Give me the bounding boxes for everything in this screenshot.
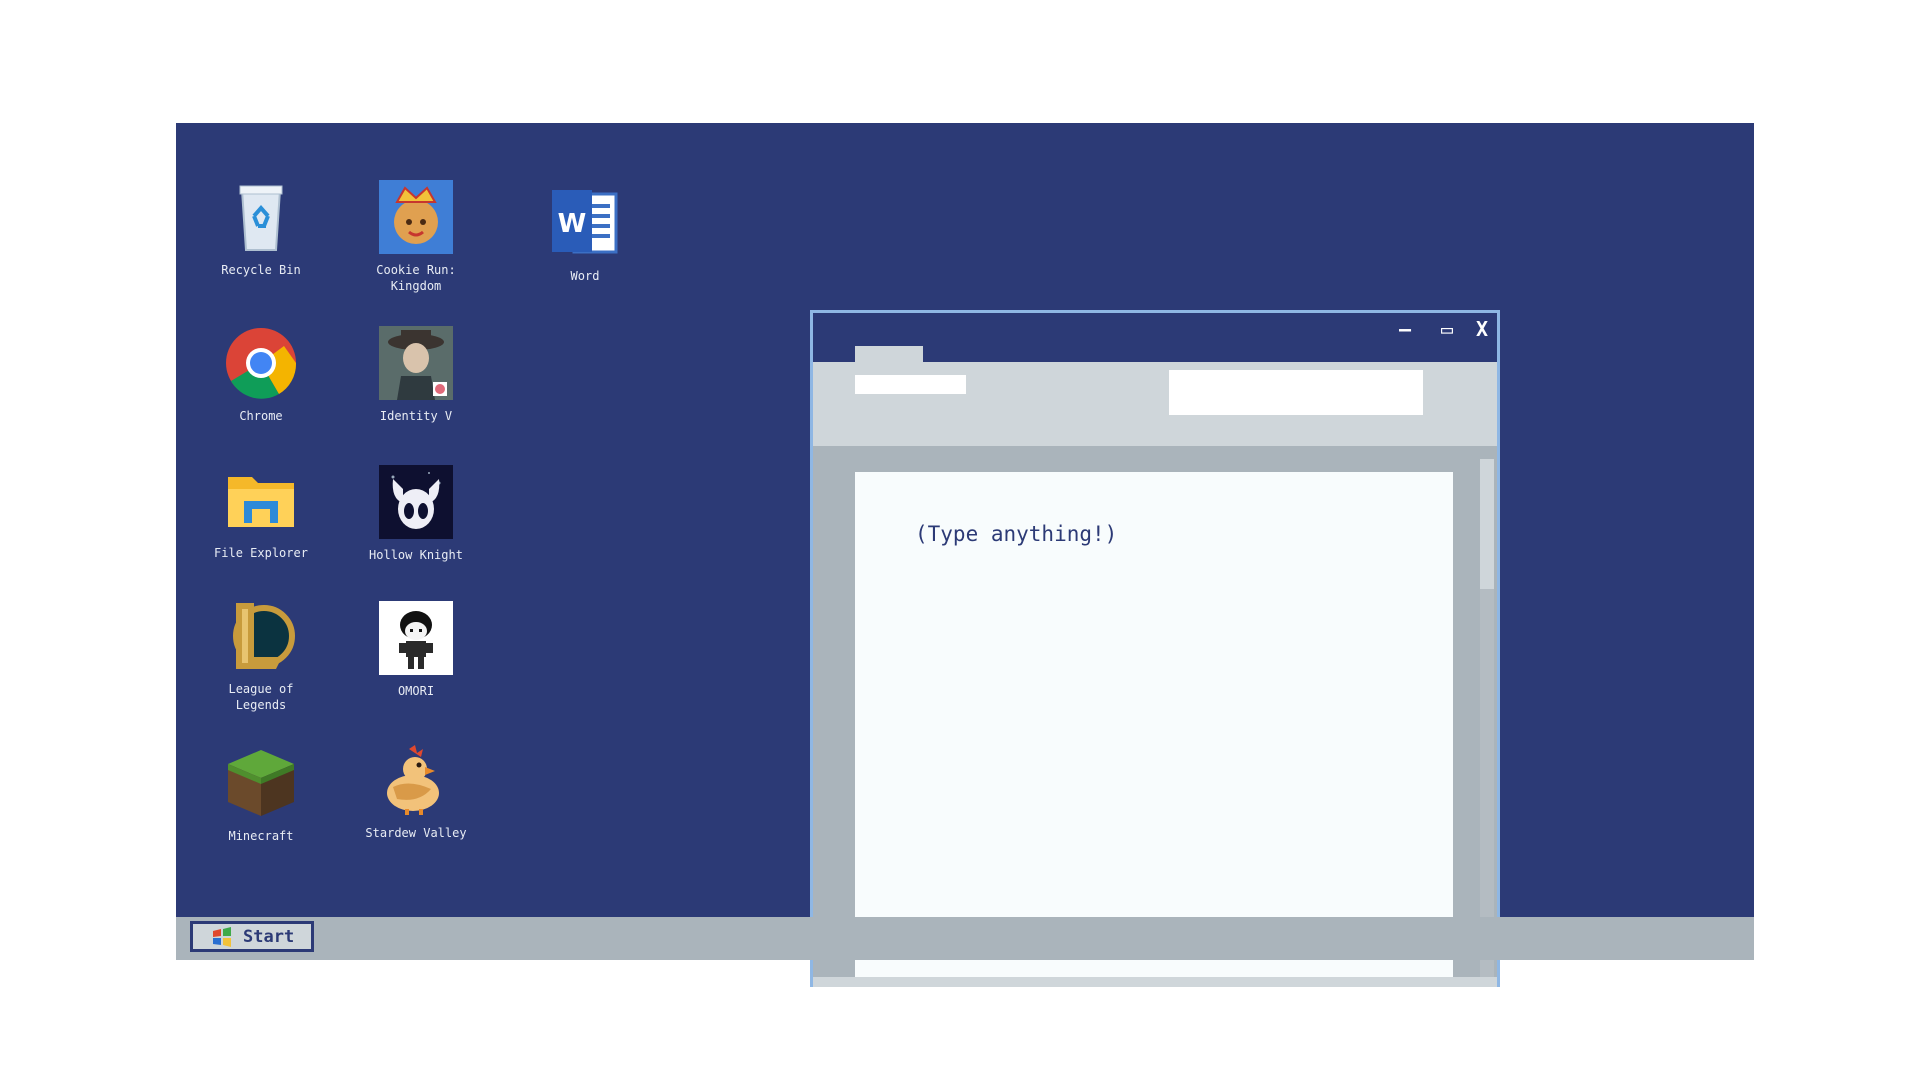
desktop-icon-label: Word	[570, 269, 600, 283]
maximize-button[interactable]: ▭	[1441, 317, 1453, 341]
desktop-icon-league-of-legends[interactable]: League of Legends	[201, 599, 321, 713]
ribbon-toolbar	[813, 362, 1497, 446]
desktop-icon-stardew-valley[interactable]: Stardew Valley	[356, 743, 476, 841]
svg-text:W: W	[558, 209, 587, 239]
file-explorer-icon	[228, 477, 294, 527]
word-window: — ▭ X (Type anything!)	[810, 310, 1500, 987]
stardew-valley-icon	[387, 745, 439, 815]
window-titlebar[interactable]: — ▭ X	[813, 313, 1497, 362]
taskbar: Start	[176, 917, 1754, 960]
omori-icon	[379, 601, 453, 675]
desktop-icon-omori[interactable]: OMORI	[356, 601, 476, 699]
league-of-legends-icon	[233, 603, 295, 669]
close-button[interactable]: X	[1476, 317, 1488, 341]
hollow-knight-icon	[379, 465, 453, 539]
document-tab[interactable]	[855, 346, 923, 362]
desktop-icon-word[interactable]: W Word	[525, 186, 645, 284]
document-page[interactable]: (Type anything!)	[855, 472, 1453, 977]
document-workspace: (Type anything!)	[813, 446, 1497, 977]
desktop-icon-file-explorer[interactable]: File Explorer	[201, 463, 321, 561]
desktop-icon-label: League of Legends	[228, 682, 294, 712]
desktop-icon-label: Cookie Run: Kingdom	[376, 263, 456, 293]
status-bar	[813, 977, 1497, 987]
scrollbar-thumb[interactable]	[1480, 459, 1494, 589]
desktop-icon-identity-v[interactable]: Identity V	[356, 326, 476, 424]
windows-logo-icon	[213, 926, 231, 947]
document-text[interactable]: (Type anything!)	[915, 522, 1117, 546]
desktop-icon-minecraft[interactable]: Minecraft	[201, 746, 321, 844]
start-label: Start	[243, 926, 295, 947]
desktop-icon-recycle-bin[interactable]: Recycle Bin	[201, 180, 321, 278]
word-icon: W	[552, 190, 618, 254]
desktop-icon-cookie-run-kingdom[interactable]: Cookie Run: Kingdom	[356, 180, 476, 294]
desktop: Recycle Bin Cookie Run: Kingdom W Word C…	[176, 123, 1754, 987]
desktop-icon-label: Chrome	[239, 409, 283, 423]
desktop-icon-chrome[interactable]: Chrome	[201, 326, 321, 424]
desktop-icon-label: Identity V	[379, 409, 453, 423]
desktop-icon-label: Minecraft	[228, 829, 294, 843]
minecraft-icon	[228, 750, 294, 816]
identity-v-icon	[379, 326, 453, 400]
minimize-button[interactable]: —	[1399, 317, 1411, 341]
ribbon-search-box[interactable]	[1169, 370, 1423, 415]
desktop-icon-label: OMORI	[397, 684, 435, 698]
desktop-icon-label: Recycle Bin	[221, 263, 301, 277]
start-button[interactable]: Start	[190, 921, 314, 952]
desktop-icon-label: Stardew Valley	[365, 826, 467, 840]
desktop-icon-hollow-knight[interactable]: Hollow Knight	[356, 465, 476, 563]
document-name-field[interactable]	[855, 375, 966, 394]
desktop-icon-label: Hollow Knight	[369, 548, 463, 562]
desktop-icon-label: File Explorer	[214, 546, 308, 560]
cookie-run-kingdom-icon	[379, 180, 453, 254]
chrome-icon	[226, 328, 297, 399]
recycle-bin-icon	[239, 185, 283, 251]
